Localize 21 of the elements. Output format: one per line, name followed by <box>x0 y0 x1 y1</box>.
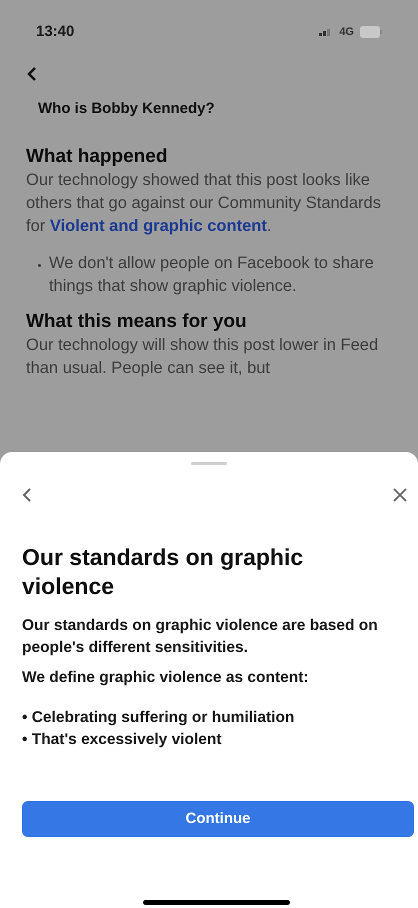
battery-icon <box>360 26 382 38</box>
sheet-bullet: • Celebrating suffering or humiliation <box>22 708 296 728</box>
sheet-bullet: • That's excessively violent <box>22 730 223 750</box>
section-text: Our technology showed that this post looks like others that go against our Community Standards for Violent and graphic content. <box>26 170 382 236</box>
back-icon[interactable] <box>26 66 38 82</box>
section-heading: What this means for you <box>26 310 248 334</box>
back-icon[interactable] <box>22 487 32 503</box>
page-title: Who is Bobby Kennedy? <box>38 99 216 119</box>
section-text: Our technology will show this post lower in Feed than usual. People can see it, but <box>26 334 380 378</box>
sheet-text: Our standards on graphic violence are based on people's different sensitivities. <box>22 616 379 658</box>
section-heading: What happened <box>26 144 168 168</box>
network-label: 4G <box>339 24 354 40</box>
sheet-text: We define graphic violence as content: <box>22 668 310 688</box>
bullet-icon <box>38 262 41 268</box>
drag-handle[interactable] <box>191 462 227 465</box>
sheet-title: Our standards on graphic violence <box>22 543 304 601</box>
bullet-text: We don't allow people on Facebook to share things that show graphic violence. <box>48 252 375 296</box>
continue-button[interactable]: Continue <box>22 801 414 837</box>
status-time: 13:40 <box>36 22 74 42</box>
standards-link[interactable]: Violent and graphic content <box>50 216 267 234</box>
close-icon[interactable] <box>392 487 408 503</box>
